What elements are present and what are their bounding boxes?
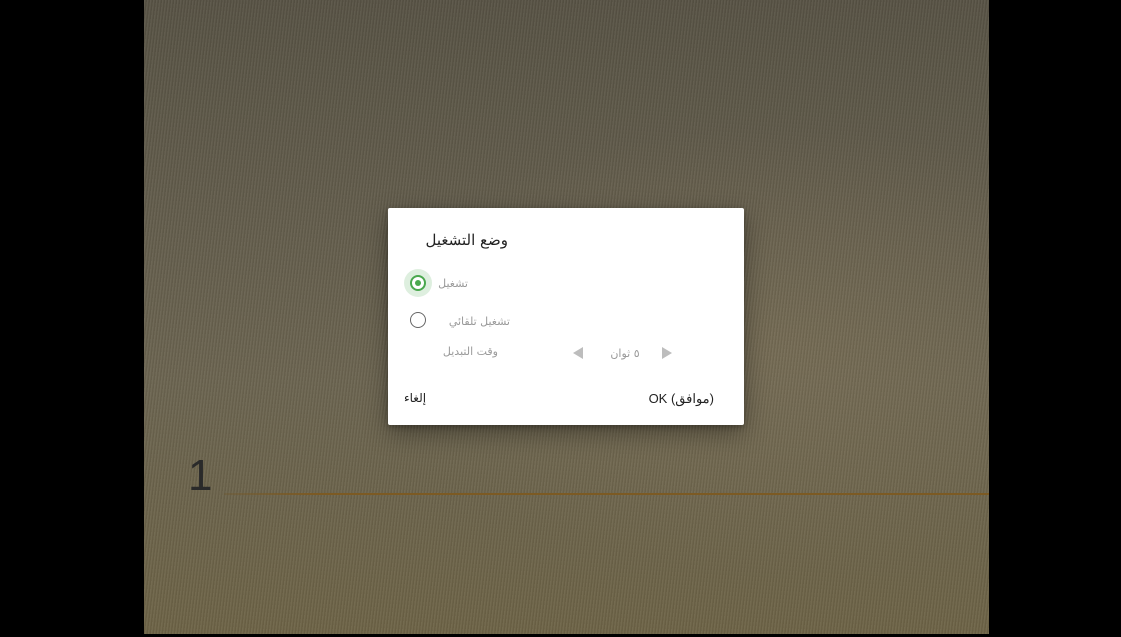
play-mode-dialog: وضع التشغيل تشغيل تشغيل تلقائي وقت التبد…: [388, 208, 744, 425]
arrow-right-icon[interactable]: [662, 347, 672, 359]
radio-autoplay-label[interactable]: تشغيل تلقائي: [428, 315, 510, 328]
interval-label: وقت التبديل: [442, 345, 498, 358]
cancel-button[interactable]: إلغاء: [404, 391, 426, 405]
radio-play-label[interactable]: تشغيل: [428, 277, 468, 290]
interval-value: ٥ ثوان: [610, 347, 640, 360]
ok-button[interactable]: OK (موافق): [649, 391, 714, 407]
dialog-title: وضع التشغيل: [425, 231, 509, 249]
radio-play[interactable]: [410, 275, 426, 291]
screen: 1 وضع التشغيل تشغيل تشغيل تلقائي وقت الت…: [0, 0, 1121, 637]
slide-number: 1: [188, 451, 213, 500]
radio-autoplay[interactable]: [410, 312, 426, 328]
slide-divider-line: [224, 493, 989, 495]
arrow-left-icon[interactable]: [573, 347, 583, 359]
